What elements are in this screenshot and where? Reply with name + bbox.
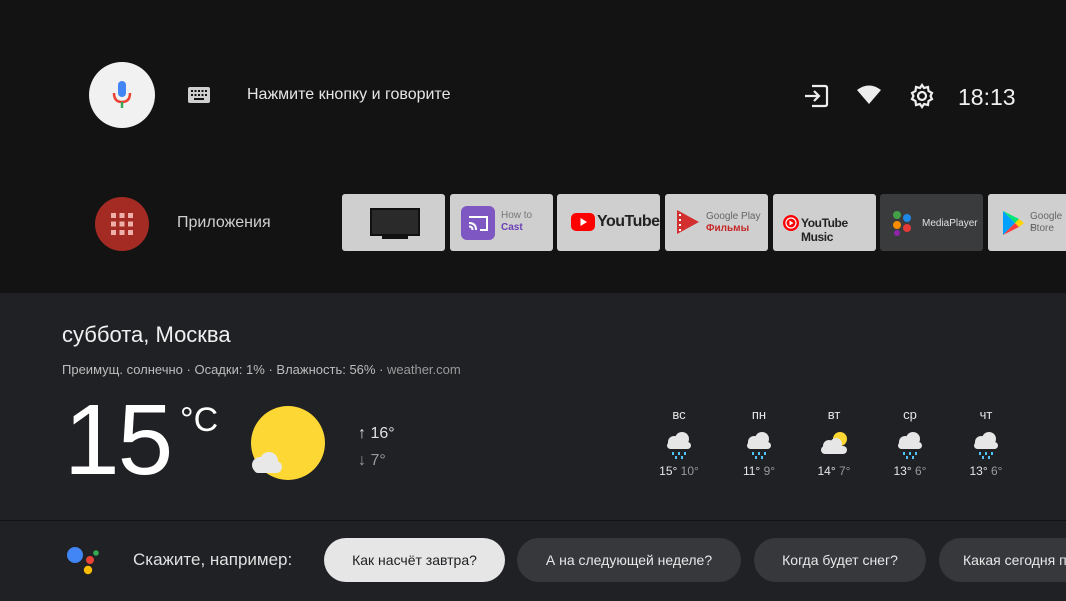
mediaplayer-icon bbox=[893, 211, 911, 236]
high-temperature: ↑ 16° bbox=[358, 425, 395, 442]
rain-cloud-icon bbox=[747, 432, 771, 459]
wifi-icon bbox=[857, 85, 881, 104]
forecast-day-name: ср bbox=[903, 407, 917, 422]
forecast-day[interactable]: ср 13° 6° bbox=[880, 407, 940, 478]
rain-cloud-icon bbox=[974, 432, 998, 459]
forecast-low: 9° bbox=[763, 464, 776, 478]
mostly-sunny-icon bbox=[251, 406, 325, 480]
forecast-day-name: чт bbox=[979, 407, 993, 422]
tv-icon bbox=[370, 208, 420, 239]
tile-label-line2: Cast bbox=[501, 222, 523, 233]
wifi-status-button[interactable] bbox=[856, 85, 882, 110]
suggestion-chip-snow[interactable]: Когда будет снег? bbox=[754, 538, 926, 582]
input-source-button[interactable] bbox=[803, 83, 829, 114]
tile-label-line2: Store bbox=[1030, 223, 1054, 234]
tile-label-line1: YouTube Music bbox=[801, 216, 848, 244]
clock: 18:13 bbox=[958, 84, 1016, 110]
tile-label-line1: MediaPlayer bbox=[922, 218, 978, 229]
rain-cloud-icon bbox=[667, 432, 691, 459]
keyboard-icon bbox=[188, 87, 210, 103]
gear-icon bbox=[910, 83, 934, 109]
youtube-icon bbox=[571, 213, 595, 231]
assistant-logo bbox=[66, 545, 100, 580]
tile-label-line1: YouTube bbox=[597, 213, 660, 230]
input-source-icon bbox=[805, 84, 829, 108]
app-tile-google-play-store[interactable]: Google P Store bbox=[988, 194, 1066, 251]
app-tile-youtube[interactable]: YouTube bbox=[557, 194, 660, 251]
forecast-low: 6° bbox=[915, 464, 927, 478]
app-tile-mediaplayer[interactable]: MediaPlayer bbox=[880, 194, 983, 251]
play-store-icon bbox=[1003, 211, 1024, 235]
forecast-high: 15° bbox=[659, 464, 678, 478]
app-tile-youtube-music[interactable]: YouTube Music bbox=[773, 194, 876, 251]
forecast-high: 13° bbox=[969, 464, 988, 478]
forecast-day[interactable]: вс 15° 10° bbox=[649, 407, 709, 478]
tile-label-line1: Google Play bbox=[706, 211, 761, 222]
temperature-unit: °C bbox=[180, 401, 219, 439]
voice-prompt-text: Нажмите кнопку и говорите bbox=[247, 86, 451, 103]
apps-button[interactable] bbox=[95, 197, 149, 251]
app-tile-google-play-movies[interactable]: Google Play Фильмы bbox=[665, 194, 768, 251]
app-tile-how-to-cast[interactable]: How to Cast bbox=[450, 194, 553, 251]
tile-label-line1: How to bbox=[501, 210, 533, 221]
play-movies-icon bbox=[677, 210, 699, 234]
apps-label: Приложения bbox=[177, 214, 271, 231]
forecast-low: 10° bbox=[680, 464, 699, 478]
forecast-high: 14° bbox=[817, 464, 836, 478]
conditions-text: Преимущ. солнечно · Осадки: 1% · Влажнос… bbox=[62, 362, 388, 377]
forecast-low: 7° bbox=[839, 464, 851, 478]
forecast-day[interactable]: пн 11° 9° bbox=[729, 407, 789, 478]
tile-label-line2: Фильмы bbox=[706, 223, 750, 234]
suggestion-chip-today[interactable]: Какая сегодня п bbox=[939, 538, 1066, 582]
voice-search-button[interactable] bbox=[89, 62, 155, 128]
app-tile-tv[interactable] bbox=[342, 194, 445, 251]
forecast-high: 13° bbox=[893, 464, 912, 478]
forecast-day-name: вт bbox=[827, 407, 841, 422]
suggestion-prompt-label: Скажите, например: bbox=[133, 550, 293, 569]
current-temperature: 15 bbox=[64, 384, 173, 496]
suggestion-chip-tomorrow[interactable]: Как насчёт завтра? bbox=[324, 538, 505, 582]
forecast-day-name: пн bbox=[751, 407, 767, 422]
weather-location: суббота, Москва bbox=[62, 322, 231, 347]
keyboard-button[interactable] bbox=[187, 86, 211, 109]
microphone-icon bbox=[112, 81, 132, 108]
forecast-low: 6° bbox=[991, 464, 1003, 478]
google-assistant-icon bbox=[67, 547, 99, 575]
weather-conditions: Преимущ. солнечно · Осадки: 1% · Влажнос… bbox=[62, 362, 461, 377]
youtube-music-icon bbox=[783, 215, 799, 231]
forecast-day[interactable]: чт 13° 6° bbox=[956, 407, 1016, 478]
settings-button[interactable] bbox=[909, 83, 935, 114]
forecast-day[interactable]: вт 14° 7° bbox=[804, 407, 864, 478]
rain-cloud-icon bbox=[898, 432, 922, 459]
partly-sunny-icon bbox=[821, 432, 847, 454]
weather-condition-visual bbox=[248, 405, 328, 490]
forecast-day-name: вс bbox=[672, 407, 686, 422]
weather-source: weather.com bbox=[387, 362, 461, 377]
suggestion-chip-next-week[interactable]: А на следующей неделе? bbox=[517, 538, 741, 582]
low-temperature: ↓ 7° bbox=[358, 452, 386, 469]
apps-grid-icon bbox=[111, 213, 133, 235]
forecast-high: 11° bbox=[742, 464, 761, 478]
cast-icon bbox=[461, 206, 495, 240]
